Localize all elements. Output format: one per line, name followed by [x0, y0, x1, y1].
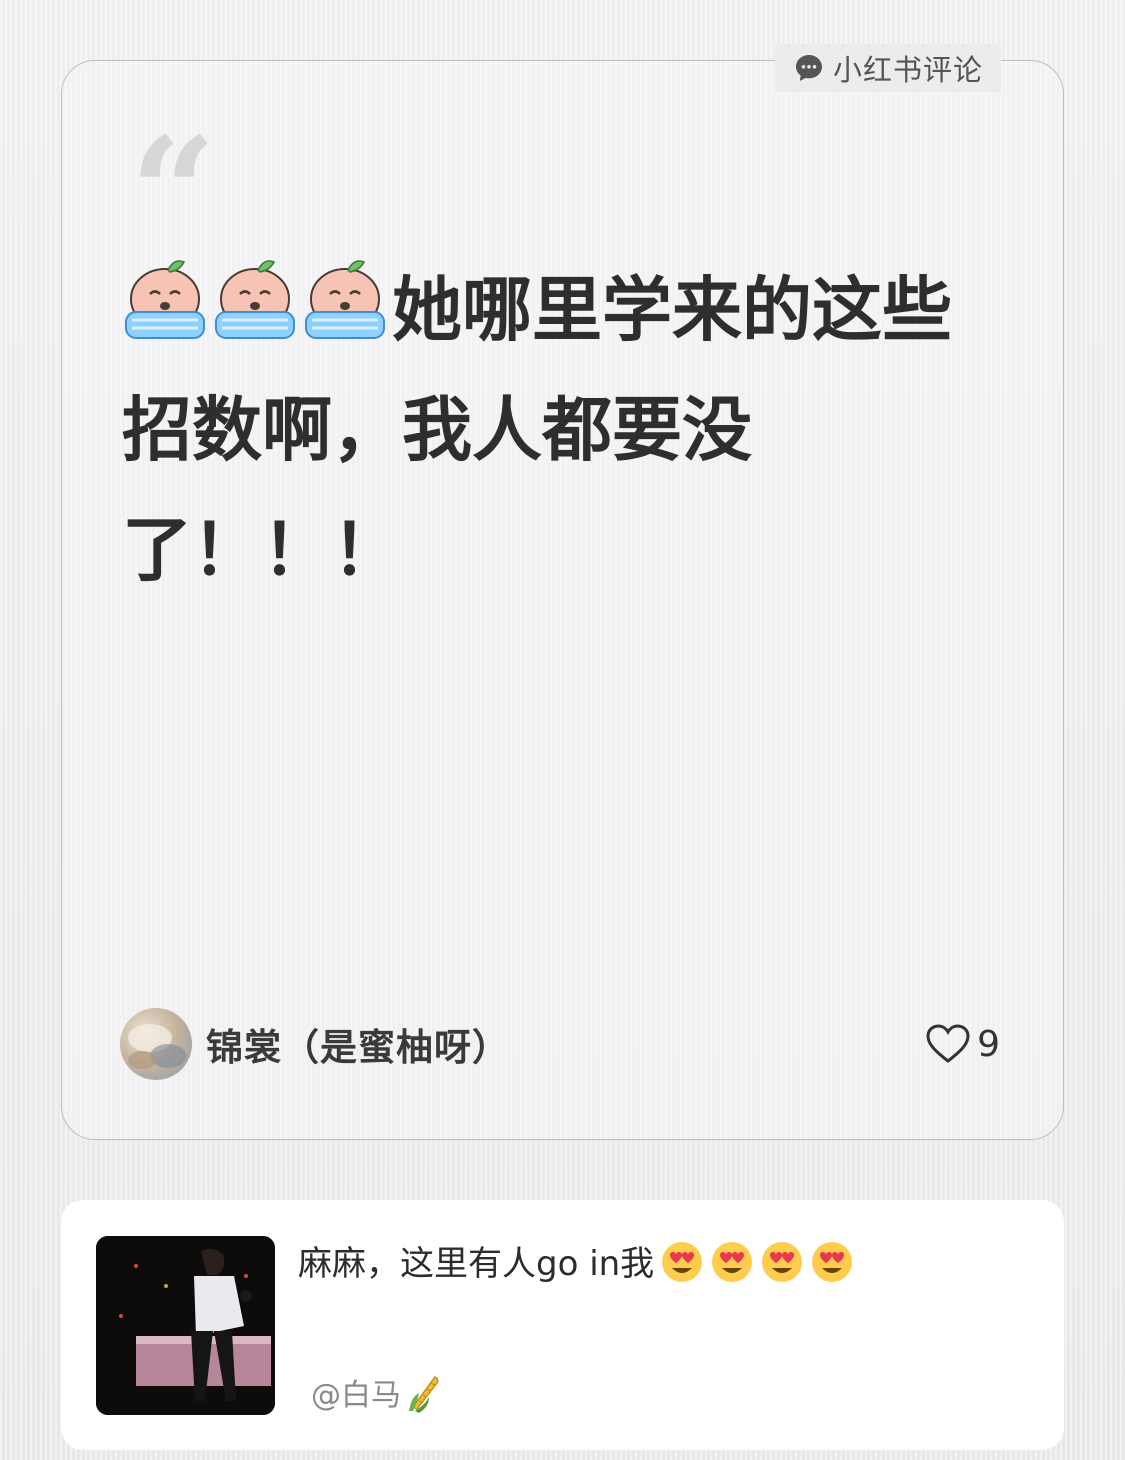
comment-line-1-text: 她哪里学来的这些 — [392, 269, 952, 351]
reference-card[interactable]: 麻麻，这里有人go in我 @白马 — [61, 1200, 1064, 1450]
avatar-image — [128, 1024, 186, 1069]
quote-mark-icon: “ — [130, 105, 217, 281]
reference-text-content: 麻麻，这里有人go in我 — [298, 1244, 655, 1284]
avatar[interactable] — [120, 1008, 192, 1080]
source-tag-label: 小红书评论 — [833, 53, 984, 87]
crying-sticker-icon — [125, 260, 205, 339]
reference-thumbnail[interactable] — [96, 1236, 275, 1415]
source-tag: 小红书评论 — [775, 44, 1002, 92]
heart-eyes-emoji — [812, 1242, 853, 1282]
author-row: 锦裳（是蜜柚呀） 9 — [120, 1008, 1000, 1080]
corn-icon — [409, 1376, 439, 1413]
reference-author[interactable]: @白马 — [311, 1370, 443, 1414]
comment-line-1: 她哪里学来的这些 — [122, 250, 1022, 370]
reference-text: 麻麻，这里有人go in我 — [298, 1236, 854, 1285]
heart-eyes-emoji — [662, 1242, 703, 1282]
thumbnail-image — [96, 1236, 275, 1415]
comment-line-2: 招数啊，我人都要没 — [122, 389, 752, 471]
like-count: 9 — [977, 1023, 1000, 1065]
heart-eyes-emoji — [762, 1242, 803, 1282]
comment-line-3: 了！！！ — [122, 509, 402, 591]
reference-author-name: @白马 — [311, 1378, 401, 1413]
crying-sticker-icon — [215, 260, 295, 339]
heart-eyes-emoji — [712, 1242, 753, 1282]
like-button[interactable]: 9 — [925, 1024, 1000, 1065]
chat-bubble-icon — [796, 55, 822, 81]
comment-text: 她哪里学来的这些 招数啊，我人都要没 了！！！ — [122, 250, 1022, 610]
crying-sticker-icon — [305, 260, 385, 339]
heart-outline-icon — [926, 1024, 970, 1063]
author-name[interactable]: 锦裳（是蜜柚呀） — [206, 1017, 510, 1071]
